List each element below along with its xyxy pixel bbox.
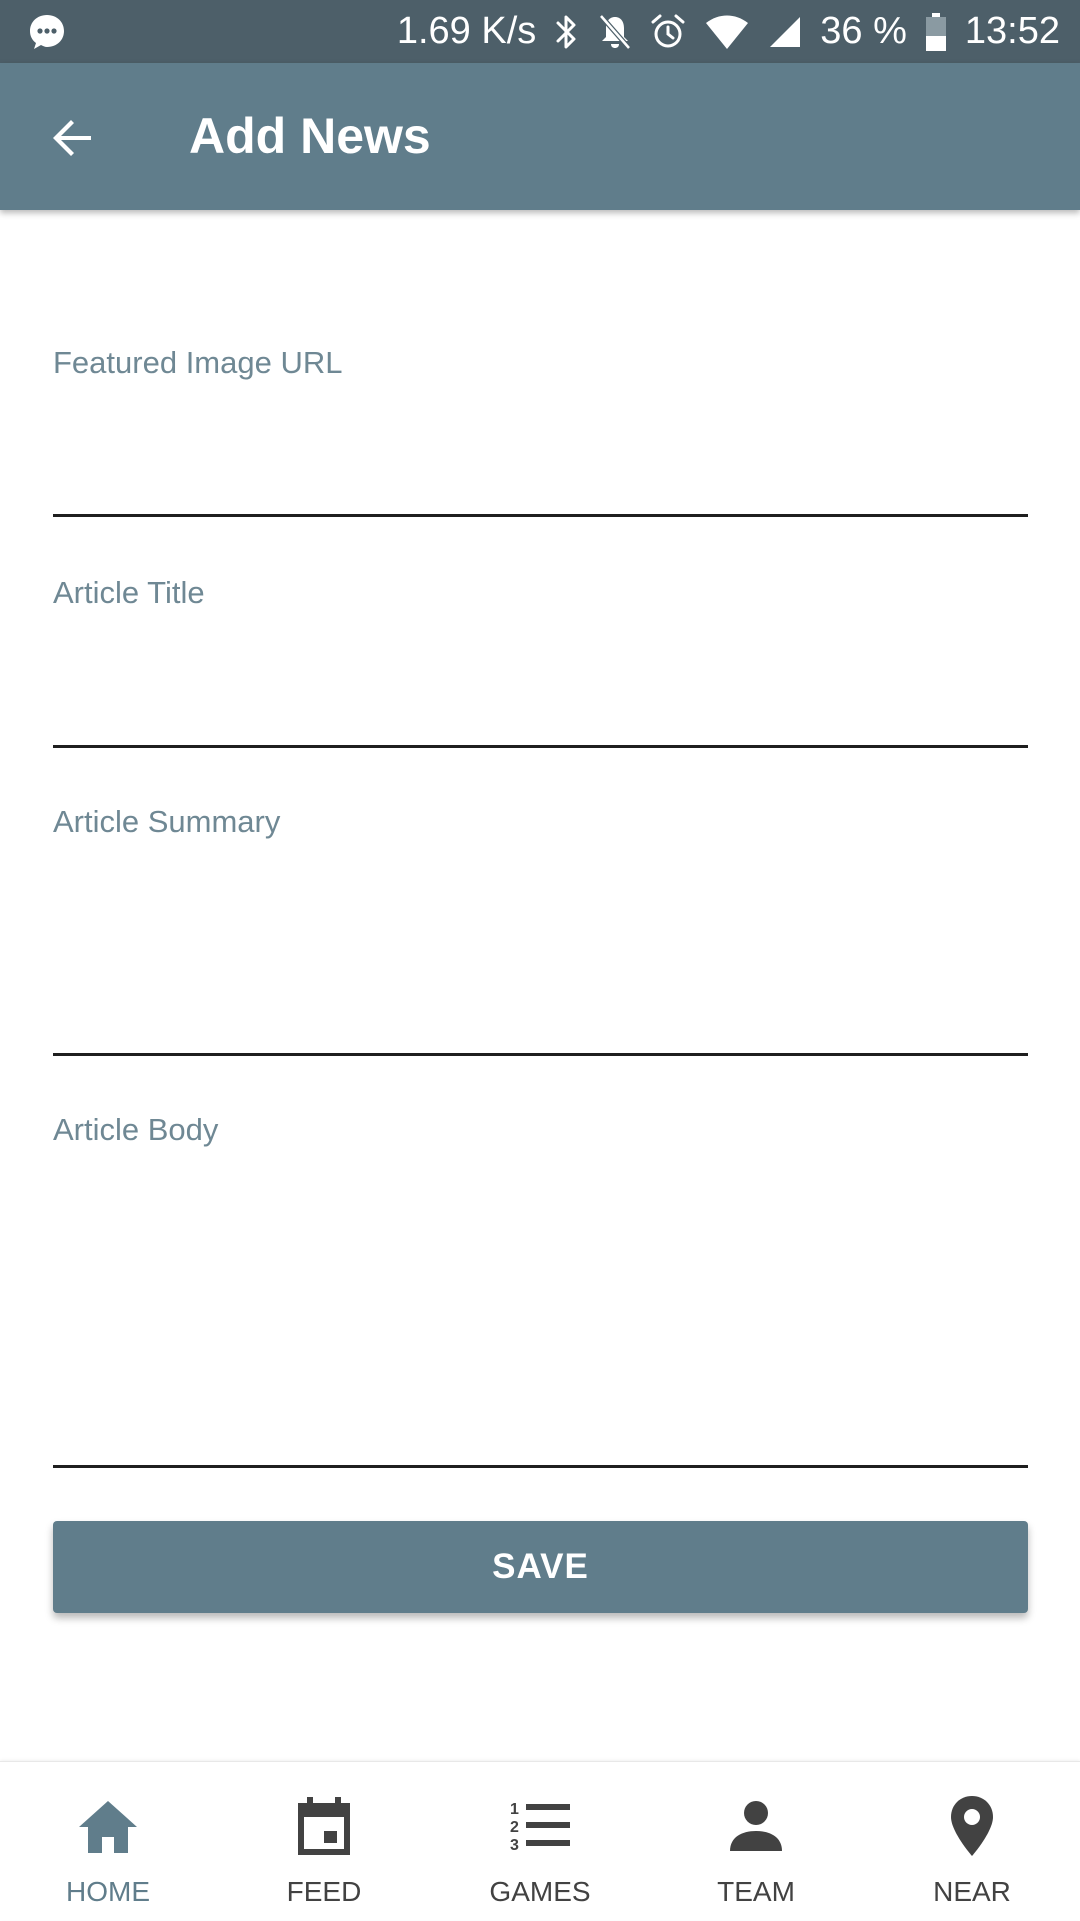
network-speed: 1.69 K/s: [396, 10, 537, 52]
nav-label-home: HOME: [66, 1876, 150, 1907]
battery-icon: [925, 12, 947, 52]
numbered-list-icon: 1 2 3: [500, 1786, 580, 1866]
bottom-navigation: HOME FEED 1 2 3 GAMES TEAM NEAR: [0, 1761, 1080, 1920]
nav-item-team[interactable]: TEAM: [648, 1762, 864, 1921]
home-icon: [68, 1786, 148, 1866]
nav-label-games: GAMES: [489, 1876, 591, 1907]
battery-level: 36 %: [820, 10, 907, 52]
svg-text:1: 1: [510, 1801, 519, 1818]
article-title-input[interactable]: [53, 630, 1028, 748]
wifi-icon: [704, 13, 750, 51]
nav-item-near[interactable]: NEAR: [864, 1762, 1080, 1921]
article-body-input[interactable]: [53, 1168, 1028, 1468]
app-bar: Add News: [0, 63, 1080, 210]
nav-item-home[interactable]: HOME: [0, 1762, 216, 1921]
person-icon: [716, 1786, 796, 1866]
nav-item-games[interactable]: 1 2 3 GAMES: [432, 1762, 648, 1921]
article-summary-input[interactable]: [53, 860, 1028, 1056]
location-pin-icon: [932, 1786, 1012, 1866]
arrow-back-icon: [53, 120, 91, 156]
save-button[interactable]: SAVE: [53, 1521, 1028, 1613]
article-title-label: Article Title: [53, 575, 205, 610]
featured-image-url-input[interactable]: [53, 400, 1028, 517]
clock: 13:52: [964, 10, 1060, 52]
nav-label-feed: FEED: [286, 1876, 362, 1907]
cell-signal-icon: [768, 13, 802, 51]
nav-item-feed[interactable]: FEED: [216, 1762, 432, 1921]
calendar-icon: [284, 1786, 364, 1866]
svg-text:2: 2: [510, 1819, 519, 1836]
chat-bubble-icon: [28, 13, 66, 51]
bluetooth-icon: [554, 13, 580, 51]
notifications-off-icon: [598, 13, 632, 51]
nav-label-team: TEAM: [717, 1876, 795, 1907]
page-title: Add News: [189, 108, 431, 164]
article-body-label: Article Body: [53, 1112, 219, 1147]
alarm-icon: [650, 13, 686, 51]
status-bar: 1.69 K/s 36 % 13:52: [0, 0, 1080, 63]
nav-label-near: NEAR: [933, 1876, 1011, 1907]
back-button[interactable]: [38, 103, 108, 173]
article-summary-label: Article Summary: [53, 804, 281, 839]
svg-text:3: 3: [510, 1837, 519, 1854]
featured-image-url-label: Featured Image URL: [53, 345, 343, 380]
